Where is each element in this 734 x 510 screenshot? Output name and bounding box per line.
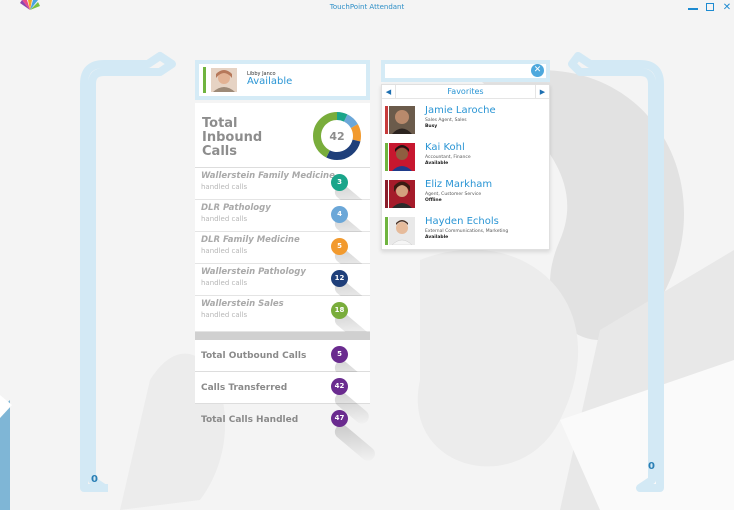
contact-status: Available	[425, 161, 449, 166]
queue-name: Wallerstein Family Medicine	[201, 171, 335, 181]
contact-status: Busy	[425, 124, 438, 129]
contact-role: Agent, Customer Service	[425, 192, 482, 197]
favorites-title: Favorites	[447, 87, 484, 96]
queue-row[interactable]: DLR Family Medicine handled calls 5	[195, 232, 372, 283]
next-list-button[interactable]: ▶	[535, 85, 549, 99]
total-row[interactable]: Total Calls Handled 47	[195, 404, 378, 464]
window-controls: ✕	[688, 2, 732, 13]
contact-role: Sales Agent, Sales	[425, 118, 467, 123]
contact-name: Hayden Echols	[425, 216, 499, 227]
contact-item[interactable]: Eliz Markham Agent, Customer Service Off…	[385, 179, 545, 214]
favorites-header: ◀ Favorites ▶	[382, 85, 549, 99]
queue-row[interactable]: Wallerstein Pathology handled calls 12	[195, 264, 372, 315]
queue-name: Wallerstein Pathology	[201, 267, 306, 277]
queue-sub: handled calls	[201, 215, 248, 223]
total-inbound-label: Total Inbound Calls	[202, 116, 263, 159]
user-avatar	[211, 68, 237, 92]
total-label: Calls Transferred	[201, 383, 288, 393]
total-label: Total Calls Handled	[201, 415, 299, 425]
contact-status-bar	[385, 180, 388, 208]
contact-item[interactable]: Hayden Echols External Communications, M…	[385, 216, 545, 251]
queue-sub: handled calls	[201, 311, 248, 319]
user-status-card[interactable]: Libby Janco Available	[195, 60, 370, 100]
user-status-bar	[203, 67, 206, 93]
contact-photo	[389, 180, 415, 208]
total-count-badge: 47	[331, 410, 348, 427]
maximize-icon[interactable]	[706, 3, 714, 11]
app-title: TouchPoint Attendant	[329, 3, 405, 11]
contact-status: Available	[425, 235, 449, 240]
contact-status-bar	[385, 143, 388, 171]
contact-role: External Communications, Marketing	[425, 229, 509, 234]
contact-name: Eliz Markham	[425, 179, 493, 190]
contact-item[interactable]: Kai Kohl Accountant, Finance Available	[385, 142, 545, 177]
queue-count-badge: 4	[331, 206, 348, 223]
queue-row[interactable]: Wallerstein Sales handled calls 18	[195, 296, 372, 347]
queue-count-badge: 12	[331, 270, 348, 287]
title-bar: TouchPoint Attendant ✕	[0, 0, 734, 22]
total-row[interactable]: Calls Transferred 42	[195, 372, 372, 427]
left-queue-count: 0	[91, 474, 98, 485]
inbound-donut-chart: 42	[313, 112, 361, 160]
contact-item[interactable]: Jamie Laroche Sales Agent, Sales Busy	[385, 105, 545, 140]
inbound-total-value: 42	[329, 130, 344, 143]
contact-status-bar	[385, 106, 388, 134]
minimize-icon[interactable]	[688, 2, 698, 10]
total-label: Total Outbound Calls	[201, 351, 307, 361]
queue-row[interactable]: DLR Pathology handled calls 4	[195, 200, 372, 251]
contact-status-bar	[385, 217, 388, 245]
queue-sub: handled calls	[201, 279, 248, 287]
user-status: Available	[247, 76, 293, 87]
search-box: ✕	[381, 60, 550, 82]
contact-role: Accountant, Finance	[425, 155, 471, 160]
close-icon[interactable]: ✕	[722, 2, 732, 13]
contact-status: Offline	[425, 198, 442, 203]
queue-sub: handled calls	[201, 183, 248, 191]
contact-photo	[389, 106, 415, 134]
contact-photo	[389, 217, 415, 245]
contact-name: Kai Kohl	[425, 142, 465, 153]
queue-row[interactable]: Wallerstein Family Medicine handled call…	[195, 168, 372, 219]
contact-photo	[389, 143, 415, 171]
favorites-panel: ◀ Favorites ▶ Jamie Laroche Sales Agent,…	[381, 84, 550, 250]
queue-name: DLR Pathology	[201, 203, 271, 213]
total-row[interactable]: Total Outbound Calls 5	[195, 340, 372, 395]
contact-name: Jamie Laroche	[425, 105, 496, 116]
stats-divider	[195, 332, 370, 340]
total-count-badge: 5	[331, 346, 348, 363]
right-queue-count: 0	[648, 461, 655, 472]
total-inbound-calls: Total Inbound Calls 42	[195, 103, 370, 168]
queue-count-badge: 18	[331, 302, 348, 319]
queue-name: DLR Family Medicine	[201, 235, 300, 245]
queue-sub: handled calls	[201, 247, 248, 255]
clear-search-icon[interactable]: ✕	[531, 64, 544, 77]
queue-count-badge: 5	[331, 238, 348, 255]
total-count-badge: 42	[331, 378, 348, 395]
search-input[interactable]	[388, 65, 528, 77]
queue-name: Wallerstein Sales	[201, 299, 284, 309]
queue-count-badge: 3	[331, 174, 348, 191]
